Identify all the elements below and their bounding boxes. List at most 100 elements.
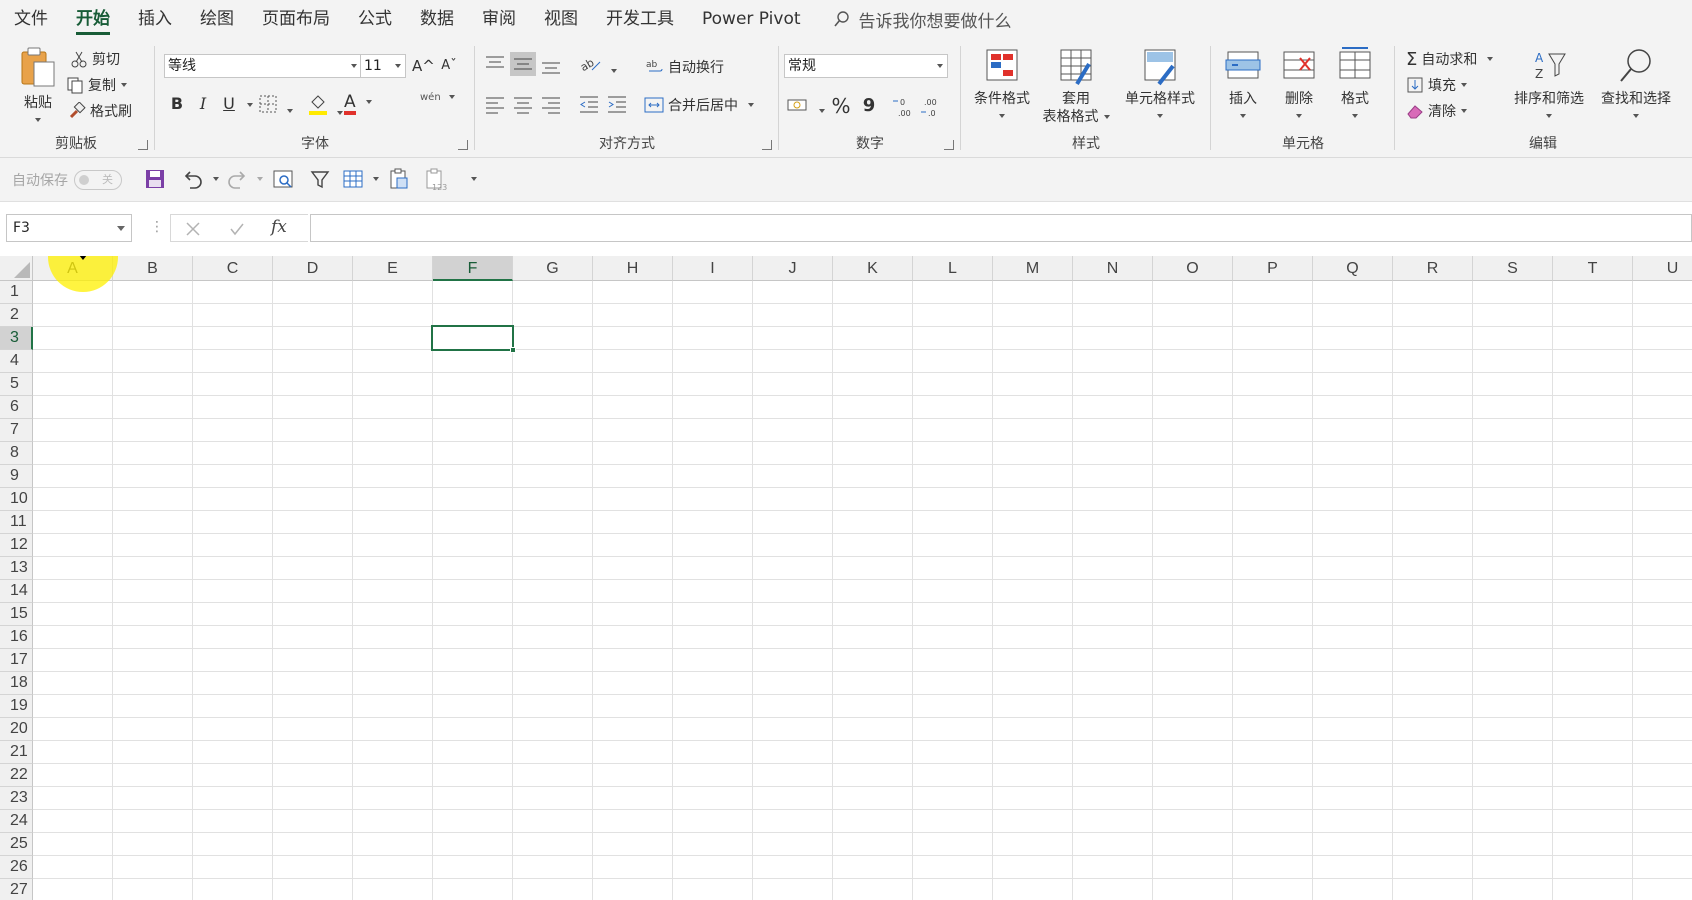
align-top-icon[interactable] [484, 54, 506, 74]
row-header-8[interactable]: 8 [0, 442, 33, 465]
column-header-p[interactable]: P [1233, 256, 1313, 281]
tab-4[interactable]: 页面布局 [248, 0, 344, 38]
column-header-b[interactable]: B [113, 256, 193, 281]
column-header-g[interactable]: G [513, 256, 593, 281]
redo-button[interactable] [226, 168, 264, 194]
tab-10[interactable]: Power Pivot [688, 0, 815, 38]
column-header-e[interactable]: E [353, 256, 433, 281]
tab-2[interactable]: 插入 [124, 0, 186, 38]
autosave-toggle[interactable]: 关 [74, 170, 122, 190]
table-button[interactable] [342, 168, 380, 194]
grow-font-button[interactable]: A^ [412, 54, 435, 78]
tab-3[interactable]: 绘图 [186, 0, 248, 38]
row-header-26[interactable]: 26 [0, 856, 33, 879]
chevron-down-icon[interactable] [247, 103, 253, 107]
customize-qat-icon[interactable] [471, 177, 477, 181]
borders-button[interactable] [258, 94, 294, 118]
column-header-o[interactable]: O [1153, 256, 1233, 281]
row-header-3[interactable]: 3 [0, 327, 33, 350]
format-painter-button[interactable]: 格式刷 [68, 100, 132, 122]
column-header-m[interactable]: M [993, 256, 1073, 281]
cell-styles-button[interactable]: 单元格样式 [1114, 46, 1206, 124]
fill-handle[interactable] [510, 347, 516, 353]
bold-button[interactable]: B [166, 92, 188, 116]
column-header-f[interactable]: F [433, 256, 513, 281]
accounting-format-button[interactable] [786, 96, 826, 118]
column-header-t[interactable]: T [1553, 256, 1633, 281]
row-header-15[interactable]: 15 [0, 603, 33, 626]
cut-button[interactable]: 剪切 [70, 48, 120, 70]
row-header-9[interactable]: 9 [0, 465, 33, 488]
fill-button[interactable]: 填充 [1406, 74, 1467, 96]
shrink-font-button[interactable]: Aˇ [438, 54, 460, 78]
formula-input[interactable] [310, 214, 1692, 242]
enter-icon[interactable] [229, 221, 245, 237]
row-header-21[interactable]: 21 [0, 741, 33, 764]
tab-1[interactable]: 开始 [62, 0, 124, 38]
name-box[interactable]: F3 [6, 214, 132, 242]
row-header-17[interactable]: 17 [0, 649, 33, 672]
increase-indent-icon[interactable] [606, 94, 628, 114]
copy-button[interactable]: 复制 [66, 74, 127, 96]
autosum-button[interactable]: Σ 自动求和 [1406, 48, 1494, 70]
percent-button[interactable]: % [830, 94, 852, 118]
clear-button[interactable]: 清除 [1406, 100, 1467, 122]
number-format-select[interactable]: 常规 [784, 54, 948, 78]
column-header-l[interactable]: L [913, 256, 993, 281]
save-icon[interactable] [144, 168, 166, 190]
row-header-19[interactable]: 19 [0, 695, 33, 718]
paste-values-icon[interactable]: 123 [424, 168, 448, 192]
fill-color-button[interactable] [308, 94, 344, 120]
column-header-n[interactable]: N [1073, 256, 1153, 281]
dialog-launcher-icon[interactable] [458, 140, 468, 150]
wrap-text-button[interactable]: ab 自动换行 [646, 56, 724, 78]
tab-5[interactable]: 公式 [344, 0, 406, 38]
comma-style-button[interactable]: 9 [858, 94, 880, 118]
dialog-launcher-icon[interactable] [762, 140, 772, 150]
increase-decimal-icon[interactable]: 0.00 [892, 96, 916, 118]
insert-function-button[interactable]: fx [271, 217, 287, 237]
row-header-20[interactable]: 20 [0, 718, 33, 741]
undo-button[interactable] [182, 168, 220, 194]
row-header-5[interactable]: 5 [0, 373, 33, 396]
tell-me-search[interactable]: 告诉我你想要做什么 [833, 7, 1012, 32]
row-header-22[interactable]: 22 [0, 764, 33, 787]
tab-9[interactable]: 开发工具 [592, 0, 688, 38]
cancel-icon[interactable] [185, 221, 201, 237]
align-bottom-icon[interactable] [540, 56, 562, 76]
delete-cells-button[interactable]: 删除 [1274, 46, 1324, 124]
row-header-25[interactable]: 25 [0, 833, 33, 856]
row-header-14[interactable]: 14 [0, 580, 33, 603]
row-header-2[interactable]: 2 [0, 304, 33, 327]
align-middle-button[interactable] [510, 52, 536, 76]
phonetic-button[interactable]: wén [420, 92, 455, 103]
row-header-27[interactable]: 27 [0, 879, 33, 900]
format-cells-button[interactable]: 格式 [1330, 46, 1380, 124]
merge-center-button[interactable]: 合并后居中 [644, 94, 754, 116]
dialog-launcher-icon[interactable] [138, 140, 148, 150]
row-header-18[interactable]: 18 [0, 672, 33, 695]
find-select-button[interactable]: 查找和选择 [1594, 46, 1678, 124]
row-header-12[interactable]: 12 [0, 534, 33, 557]
filter-icon[interactable] [310, 168, 330, 190]
select-all-button[interactable] [0, 256, 33, 281]
row-header-11[interactable]: 11 [0, 511, 33, 534]
tab-8[interactable]: 视图 [530, 0, 592, 38]
paste-button[interactable]: 粘贴 [14, 46, 62, 128]
decrease-decimal-icon[interactable]: .00.0 [920, 96, 944, 118]
column-header-u[interactable]: U [1633, 256, 1692, 281]
format-as-table-button[interactable]: 套用 表格格式 [1036, 46, 1116, 126]
column-header-k[interactable]: K [833, 256, 913, 281]
more-options-icon[interactable]: ⋮ [150, 219, 164, 235]
column-header-i[interactable]: I [673, 256, 753, 281]
orientation-button[interactable]: ab [578, 54, 618, 78]
row-header-4[interactable]: 4 [0, 350, 33, 373]
column-header-q[interactable]: Q [1313, 256, 1393, 281]
row-header-7[interactable]: 7 [0, 419, 33, 442]
row-header-1[interactable]: 1 [0, 281, 33, 304]
column-header-r[interactable]: R [1393, 256, 1473, 281]
font-color-button[interactable]: A [344, 92, 373, 115]
tab-0[interactable]: 文件 [0, 0, 62, 38]
font-name-select[interactable]: 等线 [164, 54, 362, 78]
conditional-formatting-button[interactable]: 条件格式 [964, 46, 1040, 124]
